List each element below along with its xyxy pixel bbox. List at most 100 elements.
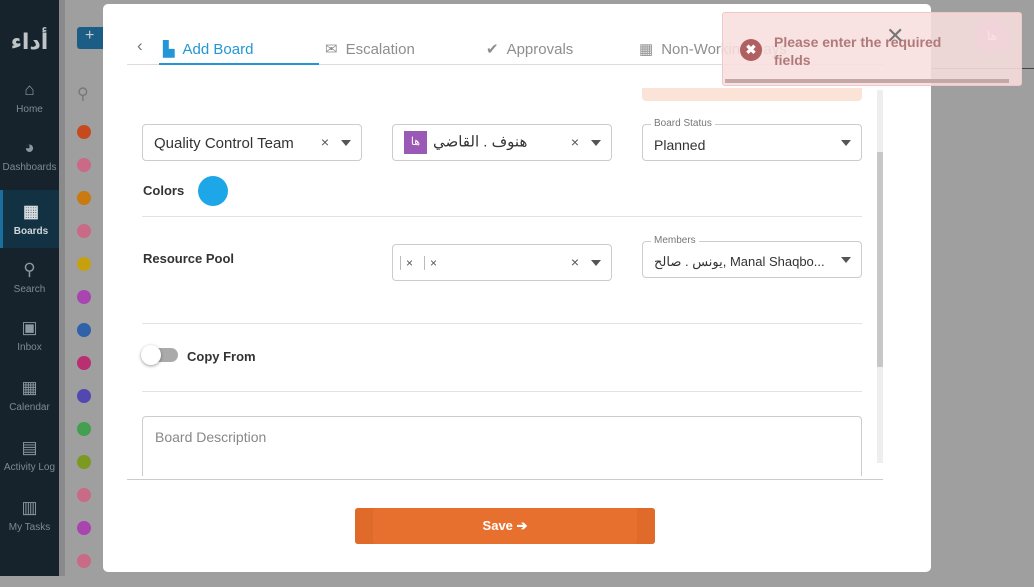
sidebar-item-inbox[interactable]: ▣ Inbox <box>0 318 59 376</box>
board-description-input[interactable]: Board Description <box>142 416 862 476</box>
copy-from-toggle[interactable] <box>141 345 178 365</box>
owner-avatar: ها <box>404 131 427 154</box>
modal-scrollbar[interactable] <box>877 90 883 463</box>
board-color-dot <box>77 158 91 172</box>
sidebar-item-activity-log[interactable]: ▤ Activity Log <box>0 438 59 496</box>
inbox-icon: ▣ <box>21 318 38 337</box>
check-circle-icon: ✔ <box>486 41 499 58</box>
resource-pool-label: Resource Pool <box>143 251 235 266</box>
board-color-dot <box>77 257 91 271</box>
status-value: Planned <box>654 137 706 153</box>
envelope-icon: ✉ <box>325 41 338 58</box>
board-color-dot <box>77 125 91 139</box>
error-toast: ✖ Please enter the required fields ✕ <box>722 12 1022 86</box>
board-color-dot <box>77 521 91 535</box>
calendar-icon: ▦ <box>639 41 654 58</box>
search-icon: ⚲ <box>23 260 36 279</box>
divider <box>142 323 862 324</box>
dashboard-icon: ◕ <box>24 138 35 157</box>
board-list <box>77 125 91 587</box>
team-value: Quality Control Team <box>154 135 294 152</box>
members-select[interactable]: Members يونس . صالح, Manal Shaqbo... <box>642 235 862 278</box>
error-icon: ✖ <box>740 39 762 61</box>
sidebar: أداء ⌂ Home ◕ Dashboards ▦ Boards ⚲ Search ▣… <box>0 0 59 576</box>
color-picker[interactable] <box>198 176 228 206</box>
boards-icon: ▦ <box>22 202 40 221</box>
sidebar-item-boards[interactable]: ▦ Boards <box>0 190 59 248</box>
nav-label: Search <box>13 284 46 295</box>
save-label: Save <box>482 518 513 533</box>
back-chevron-icon[interactable]: ‹ <box>137 36 143 56</box>
board-color-dot <box>77 323 91 337</box>
toggle-knob <box>141 345 161 365</box>
tab-add-board[interactable]: ▙ Add Board <box>163 40 253 58</box>
caret-down-icon[interactable] <box>591 140 601 146</box>
home-icon: ⌂ <box>24 80 35 99</box>
toast-message: Please enter the required fields <box>774 34 942 68</box>
field-label: Board Status <box>651 118 715 129</box>
divider <box>142 391 862 392</box>
board-color-dot <box>77 191 91 205</box>
save-button[interactable]: Save ➔ <box>355 508 655 544</box>
app-logo: أداء <box>10 30 49 55</box>
tab-label: Escalation <box>345 41 415 58</box>
board-color-dot <box>77 356 91 370</box>
arrow-right-icon: ➔ <box>516 518 528 533</box>
scrollbar-thumb[interactable] <box>877 152 883 367</box>
sidebar-item-calendar[interactable]: ▦ Calendar <box>0 378 59 436</box>
nav-label: Boards <box>13 226 49 237</box>
tab-label: Add Board <box>182 41 254 58</box>
sidebar-item-search[interactable]: ⚲ Search <box>0 260 59 318</box>
calendar-icon: ▦ <box>21 378 38 397</box>
footer-divider <box>127 479 883 480</box>
warning-banner <box>642 88 862 101</box>
colors-label: Colors <box>143 183 185 198</box>
members-value: يونس . صالح, Manal Shaqbo... <box>654 254 825 269</box>
team-select[interactable]: Quality Control Team × <box>142 124 362 161</box>
board-color-dot <box>77 488 91 502</box>
copy-from-label: Copy From <box>187 349 256 364</box>
close-icon[interactable]: ✕ <box>886 23 904 49</box>
chip-remove[interactable]: × <box>400 256 413 270</box>
owner-name: هنوف . القاضي <box>433 133 528 151</box>
board-color-dot <box>77 224 91 238</box>
owner-select[interactable]: ها هنوف . القاضي × <box>392 124 612 161</box>
caret-down-icon[interactable] <box>341 140 351 146</box>
nav-label: My Tasks <box>8 522 51 533</box>
nav-label: Dashboards <box>2 162 57 173</box>
divider <box>142 216 862 217</box>
clear-icon[interactable]: × <box>571 254 579 270</box>
sidebar-item-dashboards[interactable]: ◕ Dashboards <box>0 138 59 196</box>
sidebar-scrollbar[interactable] <box>59 0 65 576</box>
active-tab-indicator <box>159 63 319 65</box>
caret-down-icon[interactable] <box>841 257 851 263</box>
clear-icon[interactable]: × <box>571 134 579 150</box>
tab-approvals[interactable]: ✔ Approvals <box>486 40 573 58</box>
sidebar-item-home[interactable]: ⌂ Home <box>0 80 59 138</box>
board-color-dot <box>77 290 91 304</box>
caret-down-icon[interactable] <box>841 140 851 146</box>
field-label: Members <box>651 235 699 246</box>
caret-down-icon[interactable] <box>591 260 601 266</box>
board-color-dot <box>77 455 91 469</box>
chip-remove[interactable]: × <box>424 256 437 270</box>
search-icon[interactable]: ⚲ <box>77 84 89 104</box>
board-color-dot <box>77 554 91 568</box>
tab-label: Approvals <box>506 41 574 58</box>
boards-icon: ▙ <box>163 41 175 58</box>
nav-label: Inbox <box>17 342 42 353</box>
resource-pool-select[interactable]: × × × <box>392 244 612 281</box>
nav-label: Activity Log <box>3 462 56 473</box>
activity-log-icon: ▤ <box>21 438 38 457</box>
sidebar-item-my-tasks[interactable]: ▥ My Tasks <box>0 498 59 556</box>
tasks-icon: ▥ <box>21 498 38 517</box>
board-status-select[interactable]: Board Status Planned <box>642 118 862 161</box>
nav-label: Home <box>16 104 43 115</box>
clear-icon[interactable]: × <box>321 134 329 150</box>
toast-progress-bar <box>725 79 1009 83</box>
tab-escalation[interactable]: ✉ Escalation <box>325 40 415 58</box>
add-board-modal: ‹ ▙ Add Board ✉ Escalation ✔ Approvals ▦ Non… <box>103 4 931 572</box>
board-color-dot <box>77 389 91 403</box>
board-color-dot <box>77 422 91 436</box>
nav-label: Calendar <box>9 402 50 413</box>
